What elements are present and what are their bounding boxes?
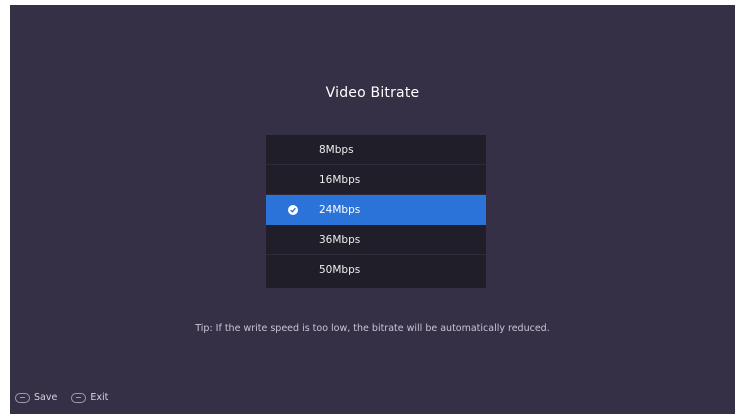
- check-icon: [288, 205, 298, 215]
- tip-text: Tip: If the write speed is too low, the …: [195, 323, 550, 334]
- bitrate-option-list: 8Mbps 16Mbps 24Mbps 36Mbps 50Mbps: [266, 135, 486, 288]
- bitrate-option-24mbps[interactable]: 24Mbps: [266, 195, 486, 225]
- option-label: 16Mbps: [319, 174, 361, 186]
- page-title: Video Bitrate: [325, 85, 420, 101]
- exit-label: Exit: [90, 392, 109, 403]
- footer-hints: Save Exit: [15, 392, 122, 403]
- bitrate-option-8mbps[interactable]: 8Mbps: [266, 135, 486, 165]
- ok-key-icon: [15, 392, 30, 403]
- bitrate-option-16mbps[interactable]: 16Mbps: [266, 165, 486, 195]
- bitrate-option-50mbps[interactable]: 50Mbps: [266, 255, 486, 288]
- exit-hint[interactable]: Exit: [71, 392, 108, 403]
- option-label: 8Mbps: [319, 144, 354, 156]
- option-label: 36Mbps: [319, 234, 361, 246]
- save-hint[interactable]: Save: [15, 392, 57, 403]
- option-label: 50Mbps: [319, 264, 361, 276]
- bitrate-option-36mbps[interactable]: 36Mbps: [266, 225, 486, 255]
- settings-screen: Video Bitrate 8Mbps 16Mbps 24Mbps 36Mbps…: [10, 5, 735, 414]
- option-label: 24Mbps: [319, 204, 361, 216]
- save-label: Save: [34, 392, 58, 403]
- back-key-icon: [71, 392, 87, 403]
